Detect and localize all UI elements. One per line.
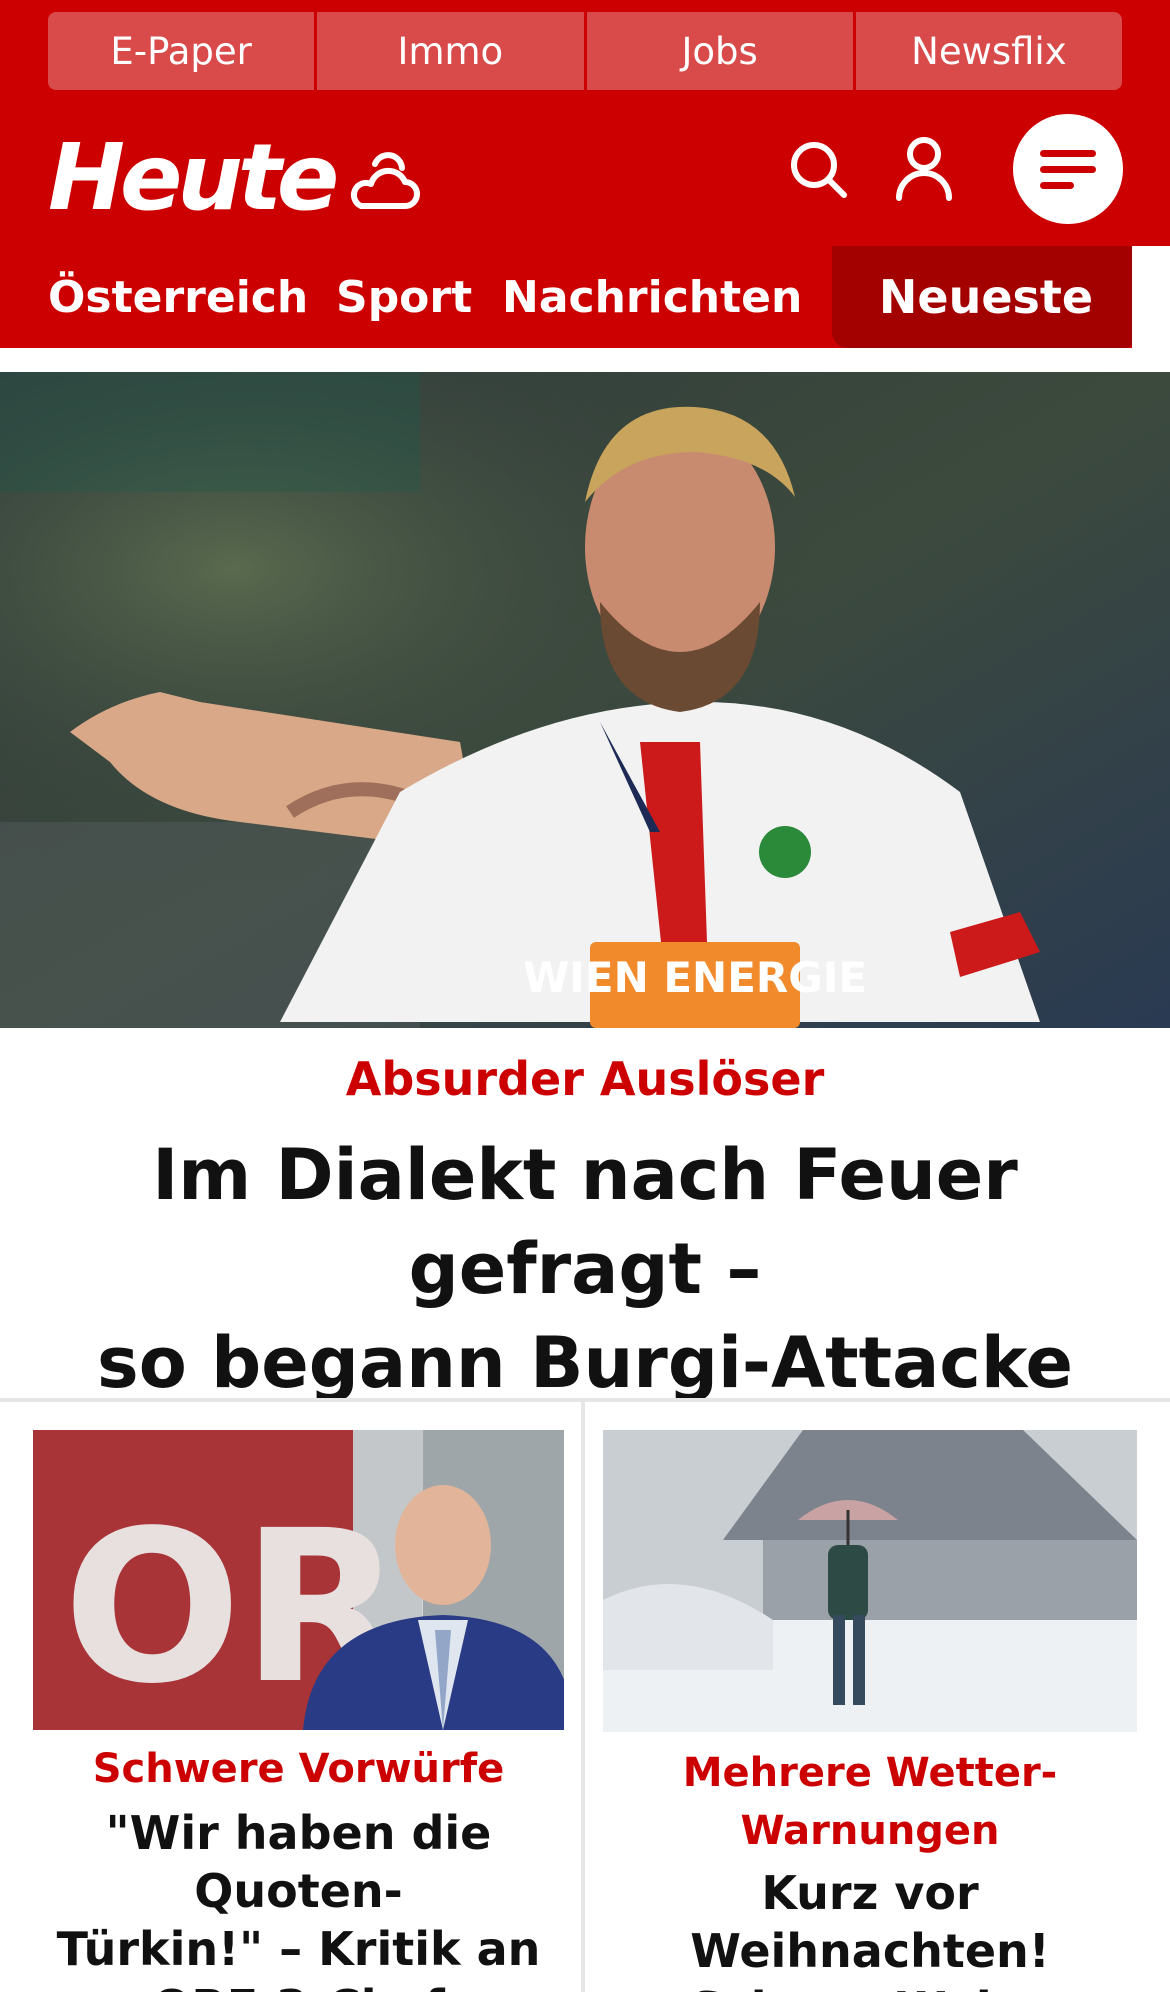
sponsor-text: WIEN ENERGIE [523,953,867,1002]
top-link-jobs[interactable]: Jobs [586,12,856,90]
card-image-orf[interactable]: ORF [33,1430,564,1730]
card-image-snow[interactable] [603,1430,1137,1732]
top-link-epaper[interactable]: E-Paper [48,12,318,90]
top-links-bar: E-Paper Immo Jobs Newsflix [48,12,1122,90]
search-icon[interactable] [787,138,849,200]
site-header: E-Paper Immo Jobs Newsflix Heute Österre… [0,0,1170,348]
card-headline-line: Türkin!" – Kritik an [56,1922,541,1976]
card-headline-line: Kurz vor Weihnachten! [690,1866,1050,1978]
card-kicker-line: Warnungen [740,1808,1000,1854]
weather-cloud-icon[interactable] [345,150,421,214]
orf-photo: ORF [33,1430,564,1730]
menu-icon-line [1040,165,1096,173]
card-kicker[interactable]: Mehrere Wetter- Warnungen [603,1744,1137,1860]
card-headline-line: Schnee-Walze [595,1980,1145,1992]
card-headline-line: "Wir haben die Quoten- [105,1806,492,1918]
nav-item-nachrichten[interactable]: Nachrichten [502,246,802,348]
nav-edge [1132,246,1170,348]
hero-kicker[interactable]: Absurder Auslöser [0,1052,1170,1106]
hero-image[interactable]: WIEN ENERGIE [0,372,1170,1028]
main-nav: Österreich Sport Nachrichten Neueste [0,246,1170,348]
card-kicker[interactable]: Schwere Vorwürfe [33,1740,564,1798]
snow-photo [603,1430,1137,1732]
menu-button[interactable] [1013,114,1123,224]
card-headline[interactable]: Kurz vor Weihnachten! Schnee-Walze [595,1864,1145,1992]
menu-icon [1040,149,1096,157]
hero-headline-line: Im Dialekt nach Feuer gefragt – [152,1134,1018,1310]
top-link-immo[interactable]: Immo [317,12,587,90]
card-kicker-line: Mehrere Wetter- [682,1750,1058,1796]
section-divider [0,1398,1170,1402]
nav-item-oesterreich[interactable]: Österreich [48,246,308,348]
top-link-newsflix[interactable]: Newsflix [855,12,1122,90]
nav-item-sport[interactable]: Sport [336,246,472,348]
card-headline[interactable]: "Wir haben die Quoten- Türkin!" – Kritik… [25,1804,572,1992]
card-headline-line: ORF-3-Chef [25,1978,572,1992]
nav-item-neueste[interactable]: Neueste [832,246,1140,348]
brand-bar: Heute [0,110,1170,246]
football-player-photo: WIEN ENERGIE [0,372,1170,1028]
column-divider [581,1400,585,1992]
user-icon[interactable] [893,134,955,204]
hero-headline[interactable]: Im Dialekt nach Feuer gefragt – so began… [30,1128,1140,1410]
menu-icon-line [1040,181,1074,189]
heute-logo[interactable]: Heute [48,128,339,228]
hero-headline-line: so begann Burgi-Attacke [97,1322,1073,1404]
